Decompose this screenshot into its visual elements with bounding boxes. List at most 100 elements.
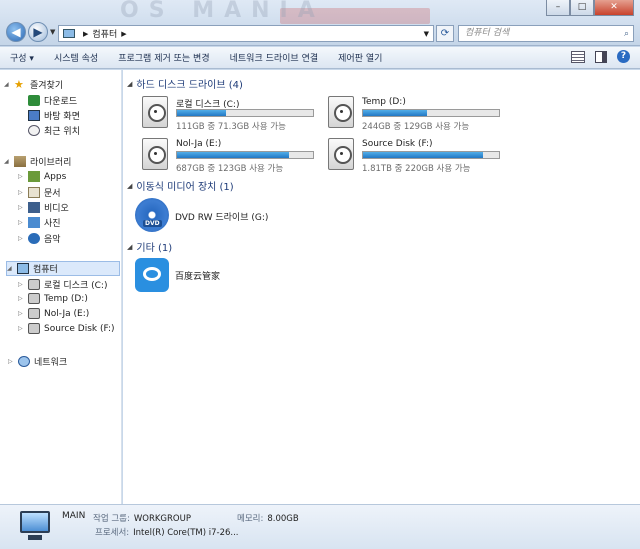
help-icon[interactable]: ? <box>617 50 630 63</box>
sidebar-item-drive-d[interactable]: ▷ Temp (D:) <box>18 293 88 304</box>
group-removable[interactable]: ◢ 이동식 미디어 장치 (1) <box>127 178 234 194</box>
sidebar-label: Temp (D:) <box>44 293 88 304</box>
expand-arrow-icon[interactable]: ◢ <box>4 81 14 88</box>
drive-tile[interactable]: 로컬 디스크 (C:) 111GB 중 71.3GB 사용 가능 <box>136 96 316 136</box>
expand-arrow-icon[interactable]: ◢ <box>127 243 132 251</box>
group-title: 기타 (1) <box>136 243 173 254</box>
drive-name: Source Disk (F:) <box>362 139 433 149</box>
sidebar-label: 바탕 화면 <box>44 112 80 122</box>
chevron-right-icon[interactable]: ▶ <box>83 30 88 38</box>
sidebar-item-apps[interactable]: ▷ Apps <box>18 171 66 182</box>
refresh-button[interactable]: ⟳ <box>436 25 454 42</box>
download-icon <box>28 95 40 106</box>
usage-fill <box>177 152 289 158</box>
sidebar-item-network[interactable]: ▷ 네트워크 <box>8 355 67 368</box>
background-text: OS MANIA <box>120 0 325 23</box>
baidu-cloud-icon[interactable] <box>135 258 169 292</box>
apps-icon <box>28 171 40 182</box>
dvd-badge: DVD <box>143 220 162 227</box>
dvd-drive-name[interactable]: DVD RW 드라이브 (G:) <box>175 210 268 223</box>
breadcrumb-computer[interactable]: 컴퓨터 <box>92 27 117 40</box>
collapse-arrow-icon[interactable]: ▷ <box>18 325 28 332</box>
preview-pane-icon[interactable] <box>595 50 607 63</box>
search-input[interactable]: 컴퓨터 검색 ⌕ <box>458 25 634 42</box>
group-title: 이동식 미디어 장치 (1) <box>136 182 234 193</box>
window-buttons: – □ ✕ <box>546 0 634 16</box>
collapse-arrow-icon[interactable]: ▷ <box>8 358 18 365</box>
collapse-arrow-icon[interactable]: ▷ <box>18 219 28 226</box>
history-dropdown-icon[interactable]: ▼ <box>50 28 55 36</box>
collapse-arrow-icon[interactable]: ▷ <box>18 295 28 302</box>
baidu-cloud-name[interactable]: 百度云管家 <box>175 269 220 282</box>
minimize-button[interactable]: – <box>546 0 570 16</box>
memory-label: 메모리: <box>237 514 264 524</box>
collapse-arrow-icon[interactable]: ▷ <box>18 235 28 242</box>
expand-arrow-icon[interactable]: ◢ <box>7 265 17 272</box>
hard-disk-icon <box>142 96 168 128</box>
expand-arrow-icon[interactable]: ◢ <box>127 80 132 88</box>
sidebar-item-computer[interactable]: ◢ 컴퓨터 <box>6 261 120 276</box>
sidebar-item-libraries[interactable]: ◢ 라이브러리 <box>4 155 71 168</box>
toolbar-right: ? <box>571 50 630 63</box>
sidebar-item-documents[interactable]: ▷ 문서 <box>18 186 61 199</box>
workgroup-value: WORKGROUP <box>133 514 191 524</box>
sidebar-item-desktop[interactable]: 바탕 화면 <box>28 109 80 122</box>
address-bar[interactable]: ▶ 컴퓨터 ▶ ▼ <box>58 25 434 42</box>
drive-free-space: 111GB 중 71.3GB 사용 가능 <box>176 122 286 132</box>
drive-free-space: 687GB 중 123GB 사용 가능 <box>176 164 284 174</box>
drive-tile[interactable]: Temp (D:) 244GB 중 129GB 사용 가능 <box>322 96 502 136</box>
hard-disk-icon <box>142 138 168 170</box>
usage-bar <box>362 109 500 117</box>
expand-arrow-icon[interactable]: ◢ <box>4 158 14 165</box>
collapse-arrow-icon[interactable]: ▷ <box>18 189 28 196</box>
sidebar-item-pictures[interactable]: ▷ 사진 <box>18 216 61 229</box>
documents-icon <box>28 187 40 198</box>
sidebar-item-downloads[interactable]: 다운로드 <box>28 94 77 107</box>
system-properties-button[interactable]: 시스템 속성 <box>44 51 108 64</box>
sidebar-label: Nol-Ja (E:) <box>44 308 90 319</box>
computer-name: MAIN <box>62 511 86 521</box>
collapse-arrow-icon[interactable]: ▷ <box>18 310 28 317</box>
forward-button[interactable]: ▶ <box>28 22 48 42</box>
drive-tile[interactable]: Nol-Ja (E:) 687GB 중 123GB 사용 가능 <box>136 138 316 178</box>
chevron-down-icon[interactable]: ▼ <box>424 30 429 38</box>
group-other[interactable]: ◢ 기타 (1) <box>127 239 173 255</box>
close-button[interactable]: ✕ <box>594 0 634 16</box>
chevron-right-icon[interactable]: ▶ <box>121 30 126 38</box>
drive-free-space: 1.81TB 중 220GB 사용 가능 <box>362 164 471 174</box>
dvd-drive-icon[interactable]: DVD <box>135 198 169 232</box>
collapse-arrow-icon[interactable]: ▷ <box>18 281 28 288</box>
organize-button[interactable]: 구성 ▾ <box>0 51 44 64</box>
command-bar: 구성 ▾ 시스템 속성 프로그램 제거 또는 변경 네트워크 드라이브 연결 제… <box>0 47 640 69</box>
sidebar-item-videos[interactable]: ▷ 비디오 <box>18 201 69 214</box>
back-button[interactable]: ◀ <box>6 22 26 42</box>
expand-arrow-icon[interactable]: ◢ <box>127 182 132 190</box>
desktop-icon <box>28 110 40 121</box>
collapse-arrow-icon[interactable]: ▷ <box>18 204 28 211</box>
nav-buttons: ◀ ▶ ▼ <box>6 22 55 42</box>
search-icon[interactable]: ⌕ <box>624 27 629 42</box>
sidebar-item-drive-f[interactable]: ▷ Source Disk (F:) <box>18 323 115 334</box>
collapse-arrow-icon[interactable]: ▷ <box>18 173 28 180</box>
uninstall-program-button[interactable]: 프로그램 제거 또는 변경 <box>108 51 219 64</box>
sidebar-label: 네트워크 <box>34 358 68 368</box>
map-network-drive-button[interactable]: 네트워크 드라이브 연결 <box>220 51 329 64</box>
search-placeholder: 컴퓨터 검색 <box>465 28 510 38</box>
drive-tile[interactable]: Source Disk (F:) 1.81TB 중 220GB 사용 가능 <box>322 138 502 178</box>
computer-icon <box>63 29 75 38</box>
open-control-panel-button[interactable]: 제어판 열기 <box>328 51 392 64</box>
maximize-button[interactable]: □ <box>570 0 594 16</box>
sidebar-item-music[interactable]: ▷ 음악 <box>18 232 61 245</box>
sidebar-item-recent[interactable]: 최근 위치 <box>28 124 80 137</box>
group-hard-disks[interactable]: ◢ 하드 디스크 드라이브 (4) <box>127 76 243 92</box>
change-view-icon[interactable] <box>571 50 585 63</box>
content-pane: ◢ 하드 디스크 드라이브 (4) 로컬 디스크 (C:) 111GB 중 71… <box>123 70 640 504</box>
sidebar-item-drive-e[interactable]: ▷ Nol-Ja (E:) <box>18 308 89 319</box>
details-pane: MAIN 작업 그룹: WORKGROUP 메모리: 8.00GB 프로세서: Int… <box>0 504 640 549</box>
sidebar-item-favorites[interactable]: ◢ ★ 즐겨찾기 <box>4 78 63 91</box>
sidebar-label: 라이브러리 <box>30 158 72 168</box>
sidebar-item-drive-c[interactable]: ▷ 로컬 디스크 (C:) <box>18 278 107 291</box>
video-icon <box>28 202 40 213</box>
sidebar-label: 즐겨찾기 <box>30 81 64 91</box>
hard-disk-icon <box>28 279 40 290</box>
